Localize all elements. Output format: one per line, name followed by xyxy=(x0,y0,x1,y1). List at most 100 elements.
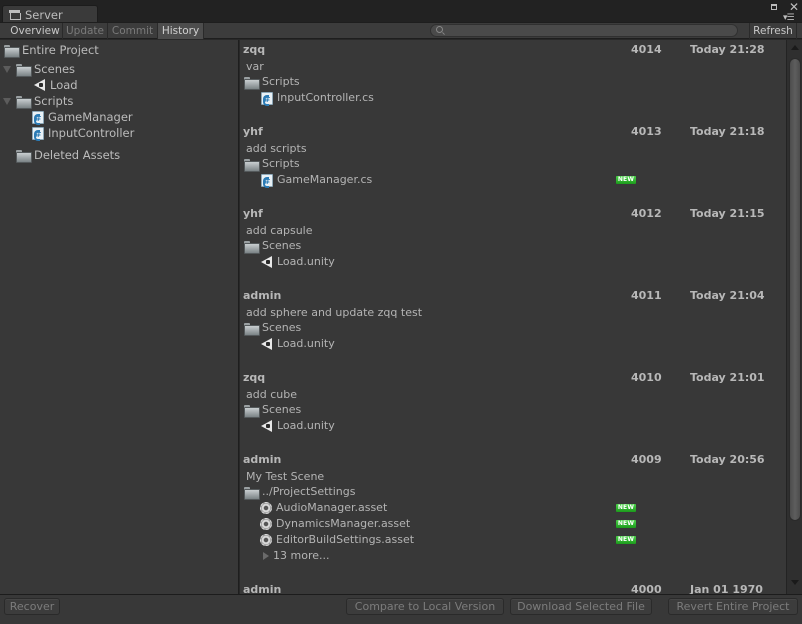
unity-scene-icon xyxy=(261,256,273,268)
tree-item-label: Load xyxy=(50,78,78,92)
tree-item-scripts[interactable]: Scripts xyxy=(3,93,73,109)
project-tree: Entire Project Scenes Load Scripts GameM… xyxy=(0,40,239,594)
tree-item-inputcontroller[interactable]: InputController xyxy=(32,125,134,143)
entry-date: Today 21:04 xyxy=(690,289,765,302)
tree-item-deleted-assets[interactable]: Deleted Assets xyxy=(16,147,120,163)
unity-scene-icon xyxy=(261,420,273,432)
toolbar: Overview Update Commit History Refresh xyxy=(0,22,802,39)
file-name: GameManager.cs xyxy=(277,173,373,186)
gear-icon xyxy=(260,518,272,530)
entry-file[interactable]: Load.unity xyxy=(240,254,786,270)
tree-item-scenes[interactable]: Scenes xyxy=(3,61,75,77)
expand-arrow-icon[interactable] xyxy=(3,97,11,105)
folder-icon xyxy=(244,76,260,90)
tab-overview[interactable]: Overview xyxy=(8,23,63,39)
entry-folder[interactable]: ../ProjectSettings xyxy=(240,484,786,500)
tree-item-label: Deleted Assets xyxy=(34,148,121,162)
entry-revision: 4010 xyxy=(631,371,662,384)
entry-date: Today 21:01 xyxy=(690,371,765,384)
search-icon xyxy=(436,26,443,33)
recover-button[interactable]: Recover xyxy=(4,598,60,615)
entry-file[interactable]: EditorBuildSettings.asset NEW xyxy=(240,532,786,548)
scroll-up-icon[interactable] xyxy=(791,45,799,50)
entry-date: Today 21:15 xyxy=(690,207,765,220)
search-input[interactable] xyxy=(430,24,738,37)
entry-revision: 4000 xyxy=(631,583,662,594)
entry-revision: 4009 xyxy=(631,453,662,466)
bottom-toolbar: Recover Compare to Local Version Downloa… xyxy=(0,594,802,624)
folder-label: Scripts xyxy=(262,157,300,170)
more-label: 13 more... xyxy=(273,549,330,562)
tab-commit[interactable]: Commit xyxy=(108,23,158,39)
scroll-down-icon[interactable] xyxy=(791,580,799,585)
tree-item-label: Scenes xyxy=(34,62,76,76)
unity-scene-icon xyxy=(261,338,273,350)
tree-item-label: GameManager xyxy=(48,110,133,124)
entry-file[interactable]: Load.unity xyxy=(240,418,786,434)
entry-revision: 4011 xyxy=(631,289,662,302)
folder-icon xyxy=(4,44,20,58)
entry-author: yhf xyxy=(243,125,263,138)
tab-update[interactable]: Update xyxy=(63,23,108,39)
entry-author: yhf xyxy=(243,207,263,220)
entry-message: add capsule xyxy=(246,224,313,237)
maximize-icon[interactable] xyxy=(771,4,777,10)
entry-message: add sphere and update zqq test xyxy=(246,306,423,319)
entry-revision: 4013 xyxy=(631,125,662,138)
folder-label: Scripts xyxy=(262,75,300,88)
entry-author: zqq xyxy=(243,371,266,384)
entry-file[interactable]: DynamicsManager.asset NEW xyxy=(240,516,786,532)
close-icon[interactable]: ✕ xyxy=(789,0,799,14)
tree-item-gamemanager[interactable]: GameManager xyxy=(32,109,133,127)
compare-to-local-button[interactable]: Compare to Local Version xyxy=(346,598,504,615)
entry-author: zqq xyxy=(243,43,266,56)
entry-file[interactable]: AudioManager.asset NEW xyxy=(240,500,786,516)
download-selected-file-button[interactable]: Download Selected File xyxy=(510,598,652,615)
entry-file[interactable]: InputController.cs xyxy=(240,90,786,108)
entry-file[interactable]: Load.unity xyxy=(240,336,786,352)
entry-date: Today 21:28 xyxy=(690,43,765,56)
folder-icon xyxy=(16,95,32,109)
csharp-script-icon xyxy=(261,91,273,108)
folder-label: Scenes xyxy=(262,239,302,252)
csharp-script-icon xyxy=(32,126,44,143)
new-badge: NEW xyxy=(616,504,636,512)
entry-author: admin xyxy=(243,453,282,466)
expand-arrow-icon[interactable] xyxy=(3,65,11,73)
tree-item-entire-project[interactable]: Entire Project xyxy=(4,42,99,58)
entry-message: add cube xyxy=(246,388,297,401)
csharp-script-icon xyxy=(261,173,273,190)
tab-history[interactable]: History xyxy=(158,23,204,39)
unity-scene-icon xyxy=(34,79,46,91)
entry-folder[interactable]: Scripts xyxy=(240,156,786,172)
entry-folder[interactable]: Scenes xyxy=(240,238,786,254)
scrollbar-thumb[interactable] xyxy=(789,58,801,521)
window-tab-server[interactable]: Server xyxy=(2,5,98,23)
entry-author: admin xyxy=(243,583,282,594)
vertical-scrollbar[interactable] xyxy=(786,40,802,594)
gear-icon xyxy=(260,534,272,546)
csharp-script-icon xyxy=(32,110,44,127)
file-name: Load.unity xyxy=(277,337,335,350)
entry-revision: 4012 xyxy=(631,207,662,220)
entry-message: var xyxy=(246,60,264,73)
entry-file[interactable]: GameManager.cs NEW xyxy=(240,172,786,190)
entry-date: Today 20:56 xyxy=(690,453,765,466)
entry-date: Today 21:18 xyxy=(690,125,765,138)
entry-folder[interactable]: Scenes xyxy=(240,402,786,418)
entry-date: Jan 01 1970 xyxy=(690,583,763,594)
tree-item-label: Scripts xyxy=(34,94,74,108)
window-titlebar: Server ✕ ▾☰ xyxy=(0,0,802,23)
entry-folder[interactable]: Scripts xyxy=(240,74,786,90)
entry-folder[interactable]: Scenes xyxy=(240,320,786,336)
file-name: DynamicsManager.asset xyxy=(276,517,411,530)
entry-message: add scripts xyxy=(246,142,307,155)
tree-item-load[interactable]: Load xyxy=(34,77,78,93)
entry-message: My Test Scene xyxy=(246,470,325,483)
refresh-button[interactable]: Refresh xyxy=(749,23,797,39)
new-badge: NEW xyxy=(616,536,636,544)
revert-entire-project-button[interactable]: Revert Entire Project xyxy=(668,598,798,615)
show-more-toggle[interactable]: 13 more... xyxy=(240,548,786,564)
new-badge: NEW xyxy=(616,520,636,528)
folder-icon xyxy=(244,158,260,172)
